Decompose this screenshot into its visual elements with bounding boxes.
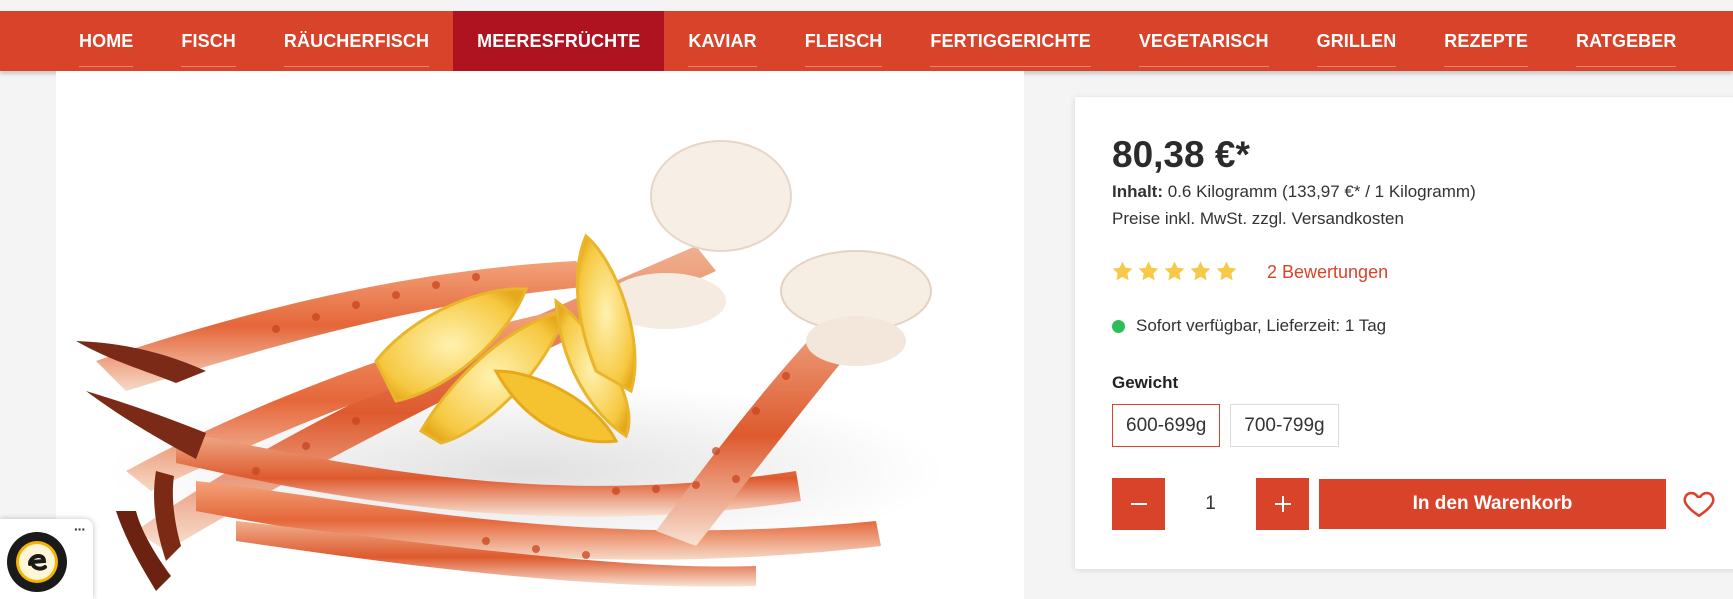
content-label: Inhalt: — [1112, 182, 1163, 201]
nav-list: HOME FISCH RÄUCHERFISCH MEERESFRÜCHTE KA… — [55, 11, 1700, 71]
plus-icon — [1274, 496, 1291, 512]
availability-text: Sofort verfügbar, Lieferzeit: 1 Tag — [1136, 316, 1387, 335]
badge-menu-dots[interactable]: ··· — [74, 521, 86, 537]
content-info: Inhalt: 0.6 Kilogramm (133,97 €* / 1 Kil… — [1112, 182, 1476, 202]
nav-item-fertiggerichte[interactable]: FERTIGGERICHTE — [906, 11, 1114, 71]
nav-item-ratgeber[interactable]: RATGEBER — [1552, 11, 1700, 71]
quantity-and-cart: 1 In den Warenkorb — [1112, 478, 1666, 530]
star-icon — [1112, 261, 1133, 281]
trusted-shops-seal-icon — [7, 532, 67, 592]
availability: Sofort verfügbar, Lieferzeit: 1 Tag — [1112, 316, 1386, 336]
star-icon — [1164, 261, 1185, 281]
nav-item-kaviar[interactable]: KAVIAR — [664, 11, 780, 71]
weight-option-600-699g[interactable]: 600-699g — [1112, 404, 1221, 447]
quantity-increase-button[interactable] — [1256, 478, 1309, 530]
nav-item-fisch[interactable]: FISCH — [157, 11, 260, 71]
product-price: 80,38 €* — [1112, 134, 1250, 175]
reviews-link[interactable]: 2 Bewertungen — [1267, 262, 1388, 283]
buy-box: 80,38 €* Inhalt: 0.6 Kilogramm (133,97 €… — [1075, 97, 1733, 569]
content-value: 0.6 Kilogramm (133,97 €* / 1 Kilogramm) — [1163, 182, 1476, 201]
availability-dot-icon — [1112, 319, 1125, 333]
weight-label: Gewicht — [1112, 373, 1179, 392]
product-image[interactable] — [56, 71, 1024, 599]
main-navigation: HOME FISCH RÄUCHERFISCH MEERESFRÜCHTE KA… — [0, 11, 1733, 71]
star-icon — [1216, 261, 1237, 281]
king-crab-legs-illustration — [56, 71, 1024, 599]
quantity-input[interactable]: 1 — [1165, 478, 1256, 530]
vat-note: Preise inkl. MwSt. zzgl. Versandkosten — [1112, 209, 1404, 228]
add-to-cart-button[interactable]: In den Warenkorb — [1319, 479, 1666, 529]
heart-icon[interactable] — [1682, 486, 1716, 520]
star-icon — [1138, 261, 1159, 281]
nav-item-vegetarisch[interactable]: VEGETARISCH — [1115, 11, 1293, 71]
page: HOME FISCH RÄUCHERFISCH MEERESFRÜCHTE KA… — [0, 0, 1733, 599]
nav-item-home[interactable]: HOME — [55, 11, 157, 71]
weight-options: 600-699g 700-799g — [1112, 404, 1339, 447]
nav-item-raeucherfisch[interactable]: RÄUCHERFISCH — [260, 11, 453, 71]
nav-item-fleisch[interactable]: FLEISCH — [781, 11, 907, 71]
trusted-shops-badge[interactable]: ··· — [0, 519, 93, 599]
minus-icon — [1130, 503, 1147, 505]
nav-item-grillen[interactable]: GRILLEN — [1293, 11, 1421, 71]
nav-item-rezepte[interactable]: REZEPTE — [1420, 11, 1552, 71]
nav-item-meeresfruechte[interactable]: MEERESFRÜCHTE — [453, 11, 665, 71]
rating-stars[interactable] — [1111, 260, 1238, 283]
star-icon — [1190, 261, 1211, 281]
quantity-decrease-button[interactable] — [1112, 478, 1165, 530]
weight-option-700-799g[interactable]: 700-799g — [1230, 404, 1339, 447]
